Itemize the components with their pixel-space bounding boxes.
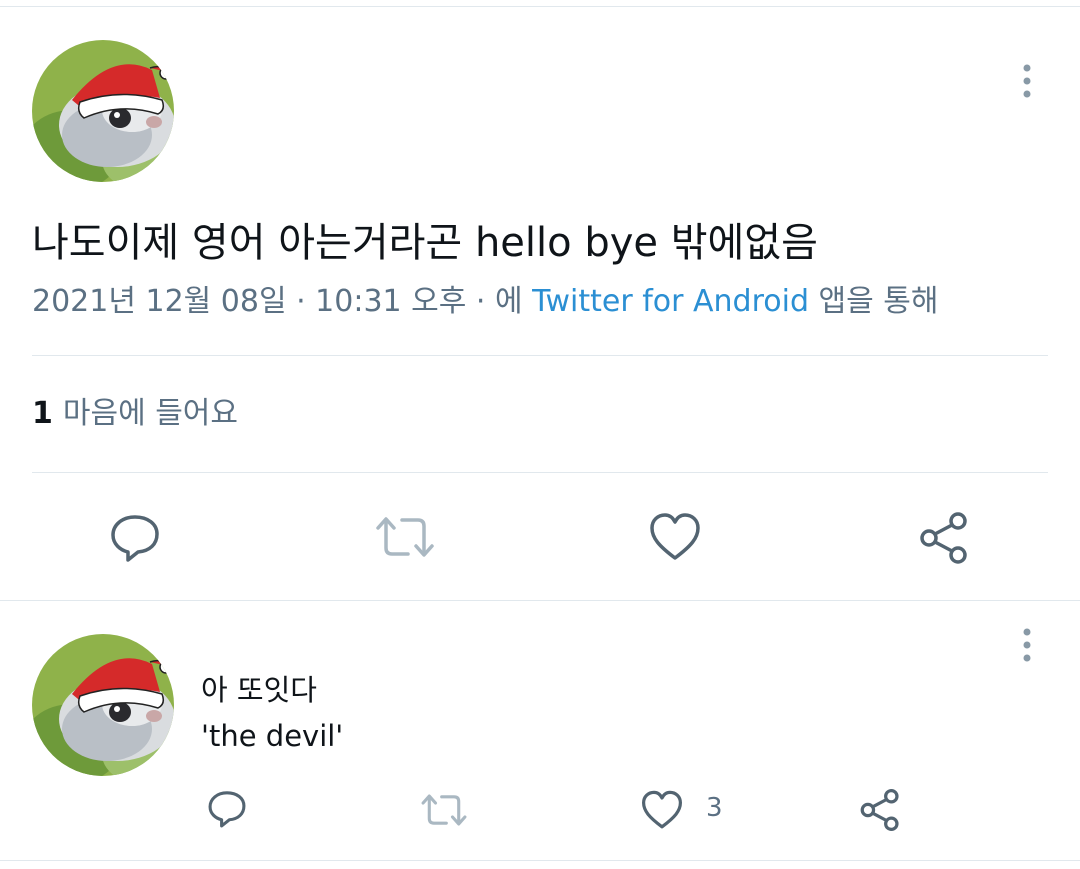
reply-button[interactable] bbox=[108, 512, 162, 564]
tweet-metadata: 2021년 12월 08일 · 10:31 오후 · 에 Twitter for… bbox=[32, 280, 938, 324]
top-divider bbox=[0, 6, 1080, 7]
divider bbox=[32, 472, 1048, 473]
like-button[interactable] bbox=[649, 512, 701, 562]
tweet-text: 나도이제 영어 아는거라곤 hello bye 밖에없음 bbox=[32, 220, 818, 266]
like-icon bbox=[650, 513, 700, 560]
divider bbox=[0, 600, 1080, 601]
share-button[interactable] bbox=[859, 788, 901, 832]
tweet-timestamp[interactable]: 2021년 12월 08일 · 10:31 오후 · 에 bbox=[32, 284, 523, 319]
like-icon bbox=[642, 790, 683, 829]
retweet-button[interactable] bbox=[374, 514, 436, 560]
more-options-icon[interactable] bbox=[1019, 62, 1035, 102]
likes-summary[interactable]: 1 마음에 들어요 bbox=[32, 392, 238, 436]
more-options-icon[interactable] bbox=[1019, 626, 1035, 666]
likes-count: 1 bbox=[32, 396, 53, 431]
likes-label: 마음에 들어요 bbox=[62, 396, 239, 431]
reply-button[interactable] bbox=[206, 789, 248, 829]
avatar[interactable] bbox=[32, 634, 174, 776]
divider bbox=[32, 355, 1048, 356]
retweet-button[interactable] bbox=[420, 792, 468, 828]
reply-icon bbox=[111, 515, 159, 562]
reply-text-line: 아 또잇다 bbox=[201, 673, 317, 707]
share-icon bbox=[860, 789, 899, 831]
like-count: 3 bbox=[706, 793, 723, 823]
retweet-icon bbox=[376, 517, 434, 557]
share-icon bbox=[920, 512, 967, 564]
divider bbox=[0, 860, 1080, 861]
tweet-source-link[interactable]: Twitter for Android bbox=[532, 284, 809, 319]
reply-icon bbox=[208, 791, 246, 828]
like-button[interactable] bbox=[641, 790, 683, 830]
reply-text-line: 'the devil' bbox=[201, 719, 344, 753]
tweet-source-suffix: 앱을 통해 bbox=[818, 284, 939, 319]
share-button[interactable] bbox=[918, 511, 970, 565]
retweet-icon bbox=[421, 794, 467, 826]
avatar[interactable] bbox=[32, 40, 174, 182]
